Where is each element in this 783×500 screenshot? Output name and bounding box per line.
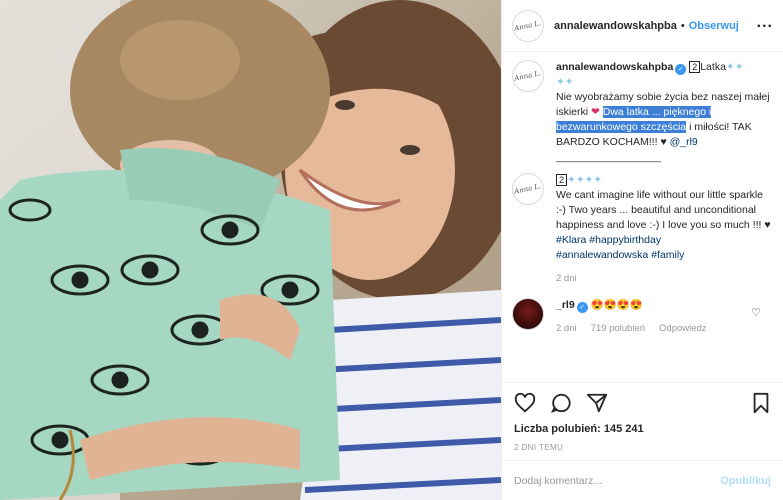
comments-list[interactable]: Anna L. annalewandowskahpba ✓ 2 Latka✦✦ ✦✦…: [502, 60, 783, 342]
caption-title: Latka: [700, 61, 726, 73]
post-photo[interactable]: [0, 0, 501, 500]
caption-username[interactable]: annalewandowskahpba: [556, 61, 673, 73]
reply-meta: 2 dni 719 polubień Odpowiedz: [556, 321, 773, 336]
hashtags-line2[interactable]: #annalewandowska #family: [556, 249, 684, 261]
comment-bubble-icon[interactable]: [550, 392, 572, 414]
photo-illustration: [0, 0, 501, 500]
caption-divider: __________________: [556, 151, 662, 163]
reply-emojis: 😍😍😍😍: [590, 299, 643, 311]
number-badge: 2: [689, 61, 701, 73]
publish-button[interactable]: Opublikuj: [720, 475, 771, 487]
hashtags-line1[interactable]: #Klara #happybirthday: [556, 234, 661, 246]
comment-english: Anna L. 2 ✦✦✦✦ We cant imagine life witho…: [512, 173, 773, 286]
comment-meta: 2 dni: [556, 271, 773, 286]
follow-button[interactable]: Obserwuj: [689, 20, 739, 32]
signature-logo: Anna L.: [513, 69, 543, 83]
share-icon[interactable]: [586, 392, 608, 414]
comment-text: We cant imagine life without our little …: [556, 189, 763, 231]
comment-avatar[interactable]: Anna L.: [512, 173, 544, 205]
caption-body: annalewandowskahpba ✓ 2 Latka✦✦ ✦✦ Nie wyo…: [556, 60, 773, 165]
likes-count[interactable]: Liczba polubień: 145 241: [514, 423, 771, 435]
comment-time: 2 dni: [556, 273, 577, 284]
reply-comment: _rl9 ✓ 😍😍😍😍 2 dni 719 polubień Odpowiedz …: [512, 298, 773, 336]
post-actions: Liczba polubień: 145 241 2 DNI TEMU: [502, 382, 783, 452]
more-options-icon[interactable]: ...: [757, 14, 773, 32]
header-username[interactable]: annalewandowskahpba: [554, 20, 677, 32]
sparkle-icon: ✦✦: [725, 61, 744, 73]
header-separator: •: [680, 19, 685, 32]
verified-badge-icon: ✓: [576, 302, 588, 313]
black-heart-icon: ♥: [764, 219, 771, 231]
comment-body: 2 ✦✦✦✦ We cant imagine life without our l…: [556, 173, 773, 286]
reply-time: 2 dni: [556, 323, 577, 334]
signature-logo: Anna L.: [513, 18, 543, 33]
number-badge: 2: [556, 174, 568, 186]
bookmark-icon[interactable]: [751, 392, 771, 414]
reply-username[interactable]: _rl9: [556, 299, 575, 311]
post-side-panel: Anna L. annalewandowskahpba • Obserwuj .…: [501, 0, 783, 500]
reply-avatar[interactable]: [512, 298, 544, 330]
reply-body: _rl9 ✓ 😍😍😍😍 2 dni 719 polubień Odpowiedz: [556, 298, 773, 336]
sparkle-icon: ✦✦: [556, 76, 574, 88]
heart-icon: ❤: [591, 106, 600, 118]
reply-button[interactable]: Odpowiedz: [659, 321, 707, 336]
black-heart-icon: ♥: [660, 136, 667, 148]
comment-input[interactable]: [514, 474, 721, 487]
author-avatar[interactable]: Anna L.: [512, 9, 544, 42]
signature-logo: Anna L.: [513, 182, 543, 196]
caption-avatar[interactable]: Anna L.: [512, 60, 544, 92]
heart-outline-icon[interactable]: ♡: [751, 306, 761, 319]
sparkle-icon: ✦✦✦✦: [567, 174, 603, 186]
verified-badge-icon: ✓: [675, 64, 687, 75]
mention-link[interactable]: @_rl9: [670, 136, 698, 148]
reply-likes[interactable]: 719 polubień: [591, 321, 645, 336]
action-icons: [514, 391, 771, 415]
like-heart-icon[interactable]: [514, 392, 536, 414]
post-header: Anna L. annalewandowskahpba • Obserwuj .…: [502, 0, 783, 52]
post-time: 2 DNI TEMU: [514, 443, 564, 452]
caption: Anna L. annalewandowskahpba ✓ 2 Latka✦✦ ✦✦…: [512, 60, 773, 165]
comment-composer: Opublikuj: [502, 460, 783, 500]
